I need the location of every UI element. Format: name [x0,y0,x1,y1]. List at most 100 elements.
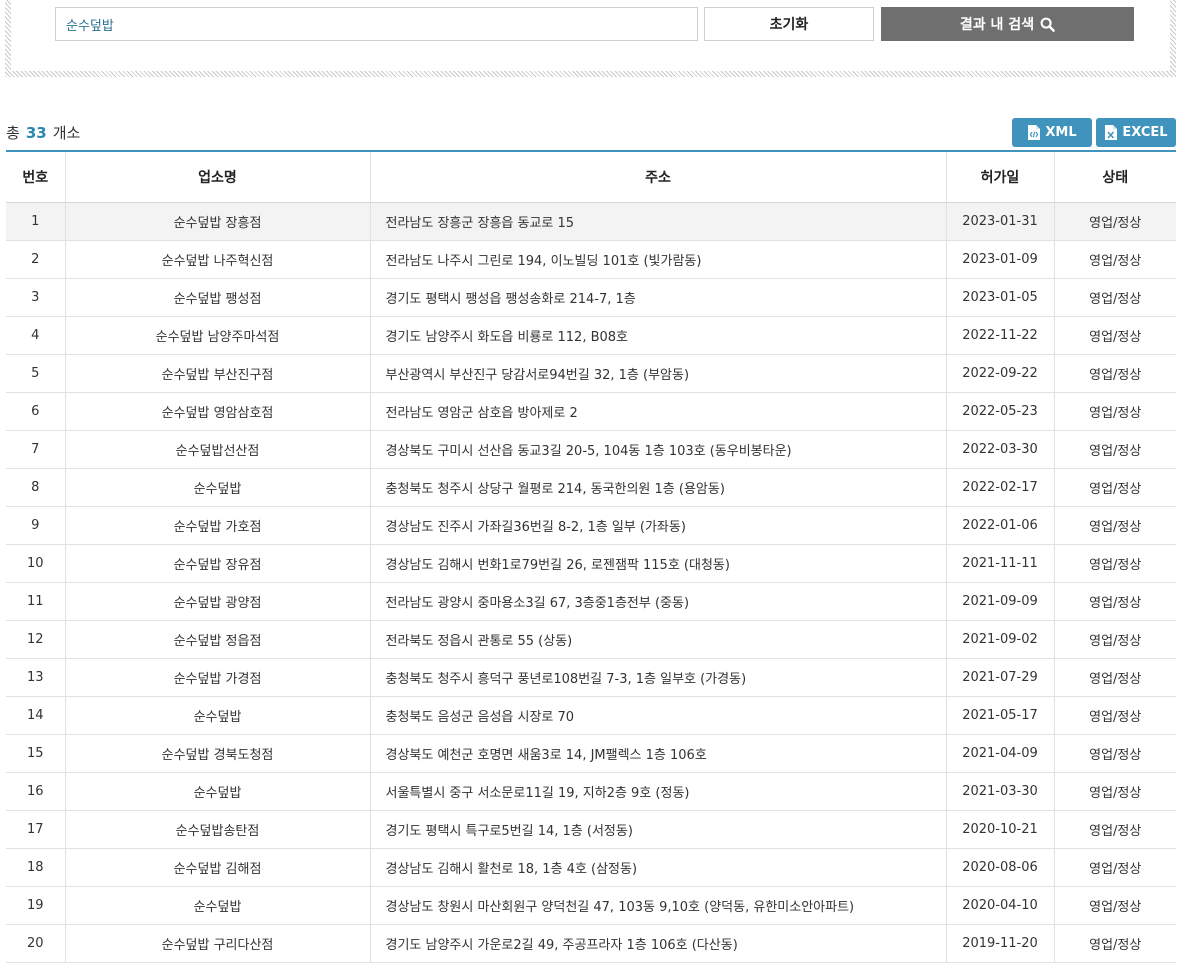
cell-permit-date: 2021-09-02 [945,620,1054,659]
cell-status: 영업/정상 [1053,316,1176,355]
table-row[interactable]: 4 순수덮밥 남양주마석점 경기도 남양주시 화도읍 비룡로 112, B08호 20… [6,316,1176,355]
cell-business-name: 순수덮밥 장유점 [64,544,370,583]
cell-address: 경기도 평택시 특구로5번길 14, 1층 (서정동) [369,810,946,849]
cell-number: 8 [6,468,65,507]
cell-number: 20 [6,924,65,963]
xml-download-button[interactable]: XML [1012,118,1092,147]
cell-number: 5 [6,354,65,393]
cell-business-name: 순수덮밥 가호점 [64,506,370,545]
cell-permit-date: 2022-01-06 [945,506,1054,545]
cell-status: 영업/정상 [1053,582,1176,621]
table-row[interactable]: 17 순수덮밥송탄점 경기도 평택시 특구로5번길 14, 1층 (서정동) 2020… [6,810,1176,849]
cell-number: 12 [6,620,65,659]
table-row[interactable]: 2 순수덮밥 나주혁신점 전라남도 나주시 그린로 194, 이노빌딩 101호 (… [6,240,1176,279]
search-in-results-button[interactable]: 결과 내 검색 [881,7,1134,41]
cell-business-name: 순수덮밥 가경점 [64,658,370,697]
cell-number: 18 [6,848,65,887]
table-row[interactable]: 11 순수덮밥 광양점 전라남도 광양시 중마용소3길 67, 3층중1층전부 (중… [6,582,1176,621]
cell-number: 3 [6,278,65,317]
cell-business-name: 순수덮밥 [64,772,370,811]
cell-status: 영업/정상 [1053,544,1176,583]
cell-address: 충청북도 음성군 음성읍 시장로 70 [369,696,946,735]
table-row[interactable]: 5 순수덮밥 부산진구점 부산광역시 부산진구 당감서로94번길 32, 1층 (부… [6,354,1176,393]
cell-business-name: 순수덮밥 [64,468,370,507]
cell-status: 영업/정상 [1053,620,1176,659]
cell-business-name: 순수덮밥 구리다산점 [64,924,370,963]
reset-button[interactable]: 초기화 [704,7,874,41]
table-header-row: 번호 업소명 주소 허가일 상태 [6,151,1176,203]
table-row[interactable]: 9 순수덮밥 가호점 경상남도 진주시 가좌길36번길 8-2, 1층 일부 (가좌… [6,506,1176,545]
table-row[interactable]: 7 순수덮밥선산점 경상북도 구미시 선산읍 동교3길 20-5, 104동 1층 … [6,430,1176,469]
table-row[interactable]: 3 순수덮밥 팽성점 경기도 평택시 팽성읍 팽성송화로 214-7, 1층 2023… [6,278,1176,317]
column-header-date: 허가일 [945,151,1054,203]
cell-address: 전라남도 광양시 중마용소3길 67, 3층중1층전부 (중동) [369,582,946,621]
cell-status: 영업/정상 [1053,430,1176,469]
cell-status: 영업/정상 [1053,506,1176,545]
cell-address: 전라남도 장흥군 장흥읍 동교로 15 [369,202,946,241]
cell-address: 전라남도 나주시 그린로 194, 이노빌딩 101호 (빛가람동) [369,240,946,279]
excel-button-label: EXCEL [1122,125,1168,140]
cell-permit-date: 2021-05-17 [945,696,1054,735]
table-row[interactable]: 10 순수덮밥 장유점 경상남도 김해시 번화1로79번길 26, 로젠잼팍 115… [6,544,1176,583]
results-table: 번호 업소명 주소 허가일 상태 1 순수덮밥 장흥점 전라남도 장흥군 장흥읍 동… [6,150,1176,963]
cell-business-name: 순수덮밥 영암삼호점 [64,392,370,431]
cell-business-name: 순수덮밥 장흥점 [64,202,370,241]
cell-status: 영업/정상 [1053,848,1176,887]
cell-address: 충청북도 청주시 흥덕구 풍년로108번길 7-3, 1층 일부호 (가경동) [369,658,946,697]
summary-prefix: 총 [6,124,20,142]
cell-permit-date: 2022-11-22 [945,316,1054,355]
cell-permit-date: 2021-07-29 [945,658,1054,697]
cell-business-name: 순수덮밥 광양점 [64,582,370,621]
cell-number: 13 [6,658,65,697]
cell-permit-date: 2023-01-31 [945,202,1054,241]
table-row[interactable]: 12 순수덮밥 정읍점 전라북도 정읍시 관통로 55 (상동) 2021-09-02… [6,620,1176,659]
cell-address: 부산광역시 부산진구 당감서로94번길 32, 1층 (부암동) [369,354,946,393]
table-row[interactable]: 8 순수덮밥 충청북도 청주시 상당구 월평로 214, 동국한의원 1층 (용암동… [6,468,1176,507]
excel-download-button[interactable]: EXCEL [1096,118,1176,147]
cell-permit-date: 2023-01-05 [945,278,1054,317]
cell-business-name: 순수덮밥 김해점 [64,848,370,887]
cell-business-name: 순수덮밥 경북도청점 [64,734,370,773]
cell-address: 경기도 남양주시 가운로2길 49, 주공프라자 1층 106호 (다산동) [369,924,946,963]
table-row[interactable]: 6 순수덮밥 영암삼호점 전라남도 영암군 삼호읍 방아제로 2 2022-05-23… [6,392,1176,431]
cell-address: 경상북도 구미시 선산읍 동교3길 20-5, 104동 1층 103호 (동우… [369,430,946,469]
cell-status: 영업/정상 [1053,278,1176,317]
excel-file-icon [1104,124,1118,141]
cell-status: 영업/정상 [1053,354,1176,393]
column-header-status: 상태 [1053,151,1176,203]
table-body: 1 순수덮밥 장흥점 전라남도 장흥군 장흥읍 동교로 15 2023-01-31 영업… [6,202,1176,963]
table-row[interactable]: 15 순수덮밥 경북도청점 경상북도 예천군 호명면 새움3로 14, JM팰렉스 … [6,734,1176,773]
cell-number: 2 [6,240,65,279]
cell-permit-date: 2022-05-23 [945,392,1054,431]
table-row[interactable]: 16 순수덮밥 서울특별시 중구 서소문로11길 19, 지하2층 9호 (정동) 2… [6,772,1176,811]
cell-status: 영업/정상 [1053,658,1176,697]
cell-status: 영업/정상 [1053,240,1176,279]
cell-status: 영업/정상 [1053,924,1176,963]
cell-number: 17 [6,810,65,849]
table-row[interactable]: 1 순수덮밥 장흥점 전라남도 장흥군 장흥읍 동교로 15 2023-01-31 영업… [6,202,1176,241]
cell-permit-date: 2021-04-09 [945,734,1054,773]
cell-address: 경상남도 진주시 가좌길36번길 8-2, 1층 일부 (가좌동) [369,506,946,545]
cell-permit-date: 2019-11-20 [945,924,1054,963]
search-icon [1040,17,1055,32]
table-row[interactable]: 18 순수덮밥 김해점 경상남도 김해시 활천로 18, 1층 4호 (삼정동) 20… [6,848,1176,887]
cell-number: 4 [6,316,65,355]
table-row[interactable]: 13 순수덮밥 가경점 충청북도 청주시 흥덕구 풍년로108번길 7-3, 1층 … [6,658,1176,697]
cell-permit-date: 2021-09-09 [945,582,1054,621]
cell-status: 영업/정상 [1053,810,1176,849]
cell-permit-date: 2021-03-30 [945,772,1054,811]
result-count: 33 [25,124,47,142]
column-header-address: 주소 [369,151,946,203]
cell-address: 전라남도 영암군 삼호읍 방아제로 2 [369,392,946,431]
search-input[interactable] [55,7,698,41]
cell-number: 7 [6,430,65,469]
cell-status: 영업/정상 [1053,392,1176,431]
cell-business-name: 순수덮밥 남양주마석점 [64,316,370,355]
summary-suffix: 개소 [52,124,81,142]
cell-permit-date: 2020-10-21 [945,810,1054,849]
table-row[interactable]: 20 순수덮밥 구리다산점 경기도 남양주시 가운로2길 49, 주공프라자 1층 … [6,924,1176,963]
cell-address: 충청북도 청주시 상당구 월평로 214, 동국한의원 1층 (용암동) [369,468,946,507]
table-row[interactable]: 14 순수덮밥 충청북도 음성군 음성읍 시장로 70 2021-05-17 영업/정상 [6,696,1176,735]
cell-business-name: 순수덮밥 정읍점 [64,620,370,659]
search-panel: 초기화 결과 내 검색 [5,0,1176,77]
